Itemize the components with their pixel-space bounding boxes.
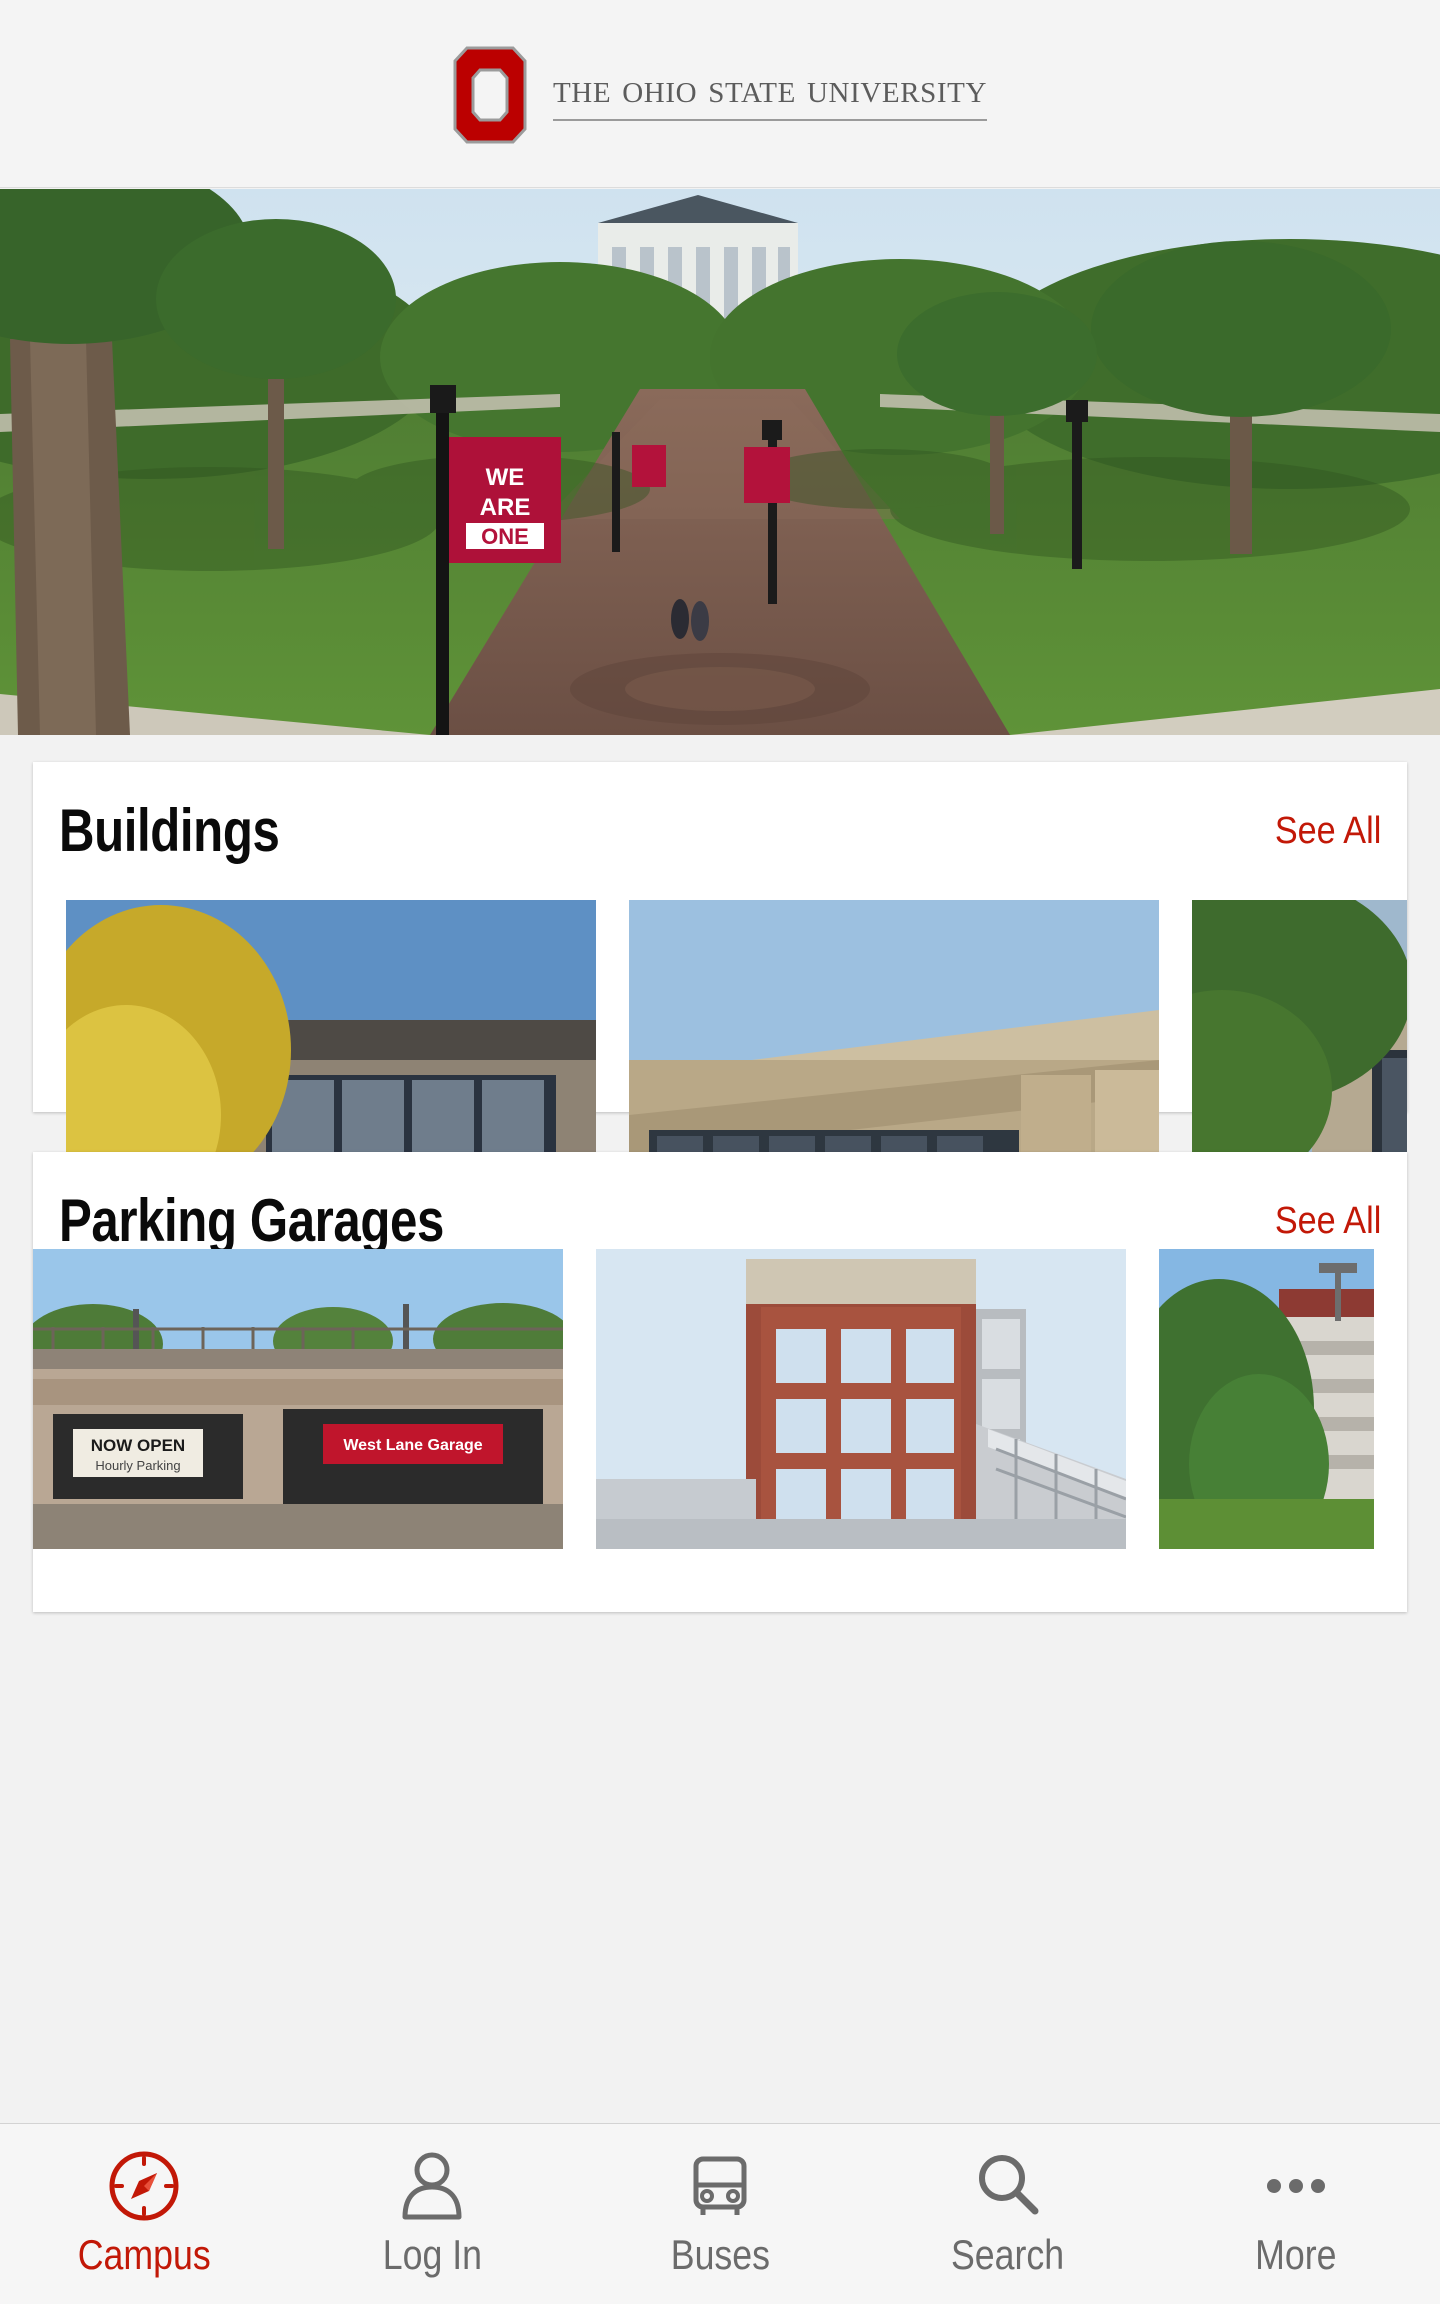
section-title-buildings: Buildings bbox=[59, 797, 280, 864]
compass-icon bbox=[105, 2146, 183, 2226]
tab-label-more: More bbox=[1255, 2231, 1337, 2278]
neil-avenue-garage-photo bbox=[1159, 1249, 1374, 1549]
svg-text:ONE: ONE bbox=[481, 524, 529, 549]
header-title: The Ohio State University bbox=[552, 68, 988, 121]
ellipsis-icon bbox=[1257, 2146, 1335, 2226]
west-lane-garage-photo: NOW OPEN Hourly Parking West Lane Garage bbox=[33, 1249, 563, 1549]
osu-block-o-logo-icon bbox=[453, 46, 527, 144]
svg-text:West Lane Garage: West Lane Garage bbox=[343, 1437, 482, 1454]
section-header-buildings: Buildings See All bbox=[33, 762, 1407, 900]
person-icon bbox=[393, 2146, 471, 2226]
tab-label-campus: Campus bbox=[77, 2231, 211, 2278]
tab-buses[interactable]: Buses bbox=[576, 2124, 864, 2304]
app-root: The Ohio State University bbox=[0, 0, 1440, 2304]
tab-login[interactable]: Log In bbox=[288, 2124, 576, 2304]
garage-tile[interactable]: NOW OPEN Hourly Parking West Lane Garage bbox=[33, 1249, 563, 1549]
garage-tile[interactable] bbox=[596, 1249, 1126, 1549]
tab-label-search: Search bbox=[951, 2231, 1065, 2278]
tab-label-buses: Buses bbox=[670, 2231, 770, 2278]
app-header: The Ohio State University bbox=[0, 0, 1440, 188]
hero-image: WE ARE ONE bbox=[0, 189, 1440, 735]
see-all-buildings-link[interactable]: See All bbox=[1275, 812, 1381, 850]
tab-label-login: Log In bbox=[382, 2231, 482, 2278]
bus-icon bbox=[681, 2146, 759, 2226]
svg-text:NOW OPEN: NOW OPEN bbox=[91, 1436, 185, 1455]
svg-text:Hourly Parking: Hourly Parking bbox=[95, 1458, 180, 1473]
section-title-garages: Parking Garages bbox=[59, 1187, 444, 1254]
bottom-tab-bar: Campus Log In Buses Search More bbox=[0, 2123, 1440, 2304]
garages-tile-row[interactable]: NOW OPEN Hourly Parking West Lane Garage bbox=[0, 1249, 1374, 1549]
brand-lockup: The Ohio State University bbox=[453, 46, 988, 144]
garage-tile[interactable] bbox=[1159, 1249, 1374, 1549]
svg-text:WE: WE bbox=[486, 464, 525, 491]
tab-campus[interactable]: Campus bbox=[0, 2124, 288, 2304]
search-icon bbox=[969, 2146, 1047, 2226]
svg-text:ARE: ARE bbox=[480, 494, 531, 521]
garages-clip: NOW OPEN Hourly Parking West Lane Garage bbox=[0, 1249, 1440, 1612]
gateway-garage-photo bbox=[596, 1249, 1126, 1549]
see-all-garages-link[interactable]: See All bbox=[1275, 1202, 1381, 1240]
tab-search[interactable]: Search bbox=[864, 2124, 1152, 2304]
tab-more[interactable]: More bbox=[1152, 2124, 1440, 2304]
